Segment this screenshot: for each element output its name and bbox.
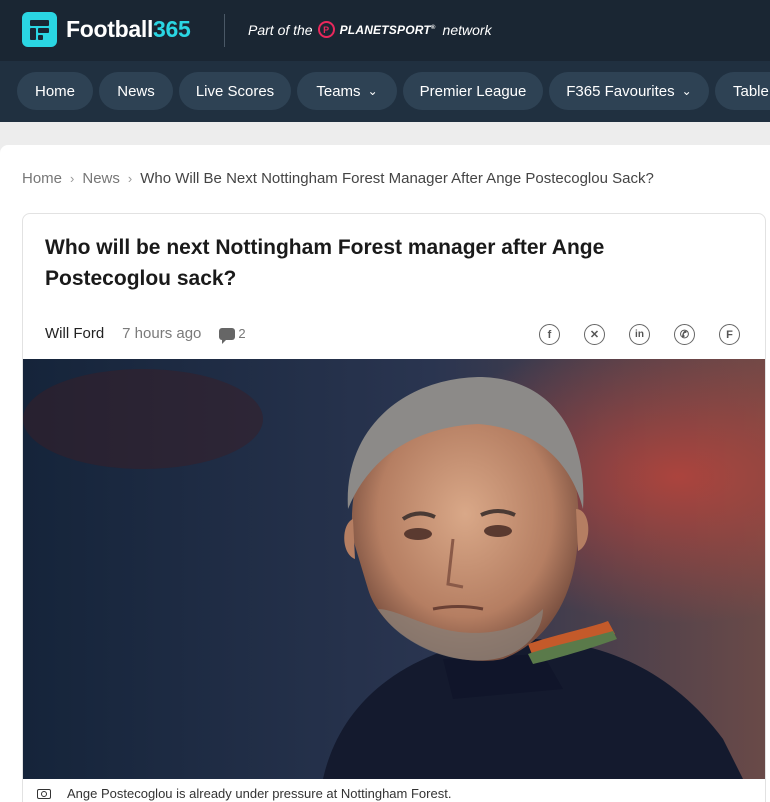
breadcrumb-news[interactable]: News: [82, 170, 120, 187]
breadcrumb-separator: ›: [127, 171, 133, 186]
article-byline: Will Ford 7 hours ago 2: [45, 325, 246, 344]
article-card: Who will be next Nottingham Forest manag…: [22, 213, 766, 802]
breadcrumb: Home › News › Who Will Be Next Nottingham Fo…: [22, 170, 654, 187]
breadcrumb-separator: ›: [70, 171, 75, 186]
chevron-down-icon: ⌄: [681, 84, 692, 98]
breadcrumb-home[interactable]: Home: [22, 170, 62, 187]
comment-icon: [219, 327, 236, 344]
article-title: Who will be next Nottingham Forest manag…: [45, 236, 605, 290]
linkedin-icon[interactable]: in: [629, 324, 650, 345]
comment-count: 2: [238, 326, 246, 341]
nav-f365-favourites[interactable]: F365 Favourites ⌄: [549, 72, 709, 110]
planetsport-icon: P: [317, 21, 335, 38]
article-hero-image: [23, 359, 765, 779]
x-icon[interactable]: ✕: [584, 324, 605, 345]
image-caption-text: Ange Postecoglou is already under pressu…: [67, 786, 452, 801]
chevron-down-icon: ⌄: [367, 84, 378, 98]
nav-live-scores[interactable]: Live Scores: [179, 72, 291, 110]
page-content: Home › News › Who Will Be Next Nottingham Fo…: [0, 145, 770, 802]
publish-time: 7 hours ago: [122, 325, 202, 342]
image-caption: Ange Postecoglou is already under pressu…: [23, 779, 765, 802]
network-prefix: Part of the: [248, 21, 313, 38]
nav-news[interactable]: News: [99, 72, 173, 110]
football365-logo[interactable]: Football365: [22, 12, 191, 47]
logo-icon: [22, 12, 57, 47]
breadcrumb-current: Who Will Be Next Nottingham Forest Manag…: [140, 170, 654, 187]
header-divider: [224, 14, 225, 47]
nav-home[interactable]: Home: [17, 72, 93, 110]
facebook-icon[interactable]: f: [539, 324, 560, 345]
logo-wordmark: Football365: [66, 16, 191, 42]
comments-link[interactable]: 2: [219, 326, 246, 344]
whatsapp-icon[interactable]: ✆: [674, 324, 695, 345]
main-nav: Home News Live Scores Teams ⌄ Premier Lea…: [0, 61, 770, 122]
network-suffix: network: [442, 21, 492, 38]
nav-premier-league[interactable]: Premier League: [403, 72, 543, 110]
planetsport-name: PLANETSPORT®: [339, 22, 436, 37]
author-name[interactable]: Will Ford: [45, 325, 104, 342]
hero-photo: [23, 359, 765, 779]
planetsport-network-link[interactable]: Part of the P PLANETSPORT® network: [248, 21, 492, 38]
flipboard-icon[interactable]: F: [719, 324, 740, 345]
nav-teams[interactable]: Teams ⌄: [297, 72, 397, 110]
camera-icon: [37, 789, 51, 799]
site-header: Football365 Part of the P PLANETSPORT® n…: [0, 0, 770, 61]
nav-table[interactable]: Table: [715, 72, 770, 110]
